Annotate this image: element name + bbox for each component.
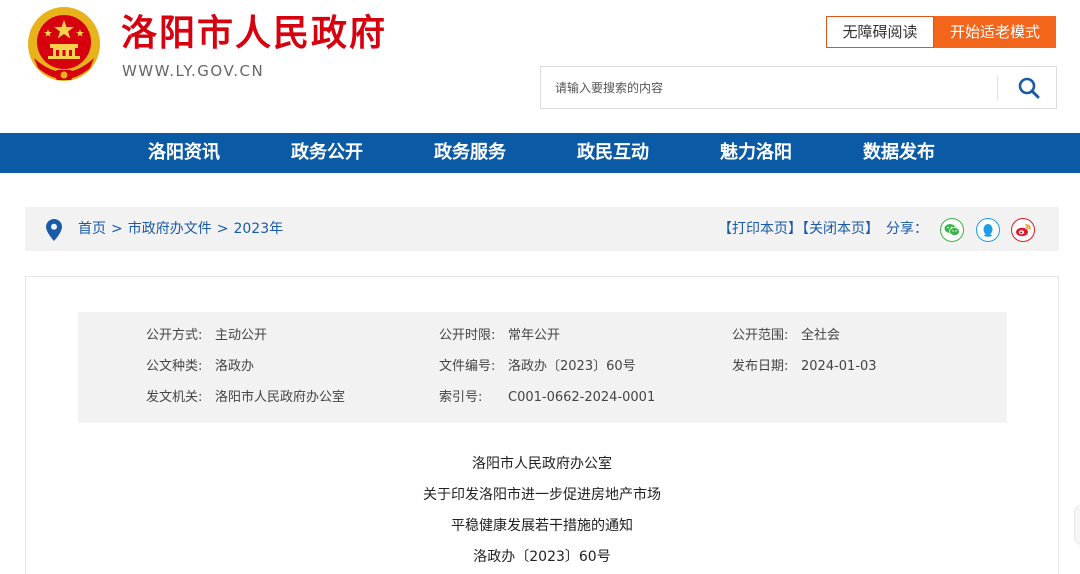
nav-item-government-services[interactable]: 政务服务 [434,133,506,173]
document-meta-table: 公开方式: 主动公开 公开时限: 常年公开 公开范围: 全社会 公文种类: 洛政办 文件… [78,312,1007,423]
print-page-link[interactable]: 【打印本页】 [718,221,802,237]
site-domain: WWW.LY.GOV.CN [122,62,265,80]
breadcrumb-bar: 首页 > 市政府办文件 >2023年 【打印本页】【关闭本页】 分享： [25,207,1059,251]
close-page-link[interactable]: 【关闭本页】 [802,221,879,237]
location-pin-icon [46,219,62,241]
qq-icon [983,224,993,237]
breadcrumb-home[interactable]: 首页 [78,221,106,237]
search-icon [1018,77,1040,99]
meta-document-number: 文件编号: 洛政办〔2023〕60号 [439,359,636,374]
document-number: 洛政办〔2023〕60号 [473,549,611,565]
national-emblem-icon[interactable] [26,6,102,84]
site-title[interactable]: 洛阳市人民政府 [121,8,387,60]
meta-document-type: 公文种类: 洛政办 [146,359,255,374]
page-tools: 【打印本页】【关闭本页】 [718,207,879,251]
accessible-reading-button[interactable]: 无障碍阅读 [826,16,934,48]
search-divider [997,76,998,100]
meta-issuing-office: 发文机关: 洛阳市人民政府办公室 [146,390,346,405]
breadcrumb-year-2023[interactable]: 2023年 [233,221,283,237]
meta-disclosure-period: 公开时限: 常年公开 [439,328,561,343]
nav-item-government-affairs[interactable]: 政务公开 [291,133,363,173]
breadcrumb-separator: > [111,221,123,237]
floating-side-tab[interactable] [1074,505,1080,545]
document-title-line-2: 平稳健康发展若干措施的通知 [451,518,633,534]
article-content: 公开方式: 主动公开 公开时限: 常年公开 公开范围: 全社会 公文种类: 洛政办 文件… [25,276,1059,574]
qq-share-button[interactable] [976,218,1000,242]
wechat-icon [944,224,960,236]
meta-disclosure-scope: 公开范围: 全社会 [732,328,841,343]
share-label: 分享： [886,221,928,237]
weibo-icon [1016,224,1031,237]
site-header: 洛阳市人民政府 WWW.LY.GOV.CN 无障碍阅读 开始适老模式 [0,0,1080,133]
main-nav: 洛阳资讯 政务公开 政务服务 政民互动 魅力洛阳 数据发布 [0,133,1080,173]
search-box [540,66,1057,109]
nav-item-charming-luoyang[interactable]: 魅力洛阳 [720,133,792,173]
meta-publish-date: 发布日期: 2024-01-03 [732,359,877,374]
search-input[interactable] [541,67,997,108]
weibo-share-button[interactable] [1011,218,1035,242]
meta-disclosure-method: 公开方式: 主动公开 [146,328,268,343]
breadcrumb-separator: > [216,221,229,237]
breadcrumb-municipal-documents[interactable]: 市政府办文件 [128,221,212,237]
elder-mode-button[interactable]: 开始适老模式 [934,16,1056,48]
document-title-line-1: 关于印发洛阳市进一步促进房地产市场 [423,487,661,503]
meta-index-number: 索引号: C001-0662-2024-0001 [439,390,656,405]
nav-item-public-interaction[interactable]: 政民互动 [577,133,649,173]
breadcrumb: 首页 > 市政府办文件 >2023年 [78,207,283,251]
search-button[interactable] [1007,72,1051,104]
wechat-share-button[interactable] [940,218,964,242]
nav-item-luoyang-news[interactable]: 洛阳资讯 [148,133,220,173]
document-issuer: 洛阳市人民政府办公室 [472,456,612,472]
nav-item-data-release[interactable]: 数据发布 [863,133,935,173]
